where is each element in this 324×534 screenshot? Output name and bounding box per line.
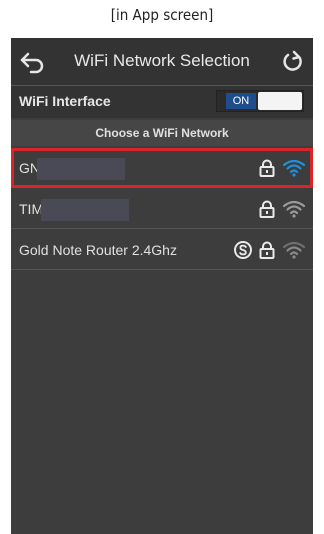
title-bar: WiFi Network Selection	[11, 38, 313, 86]
network-item-gold-note-router[interactable]: Gold Note Router 2.4Ghz	[11, 230, 313, 270]
lock-icon	[259, 200, 275, 218]
phone-screen: WiFi Network Selection WiFi Interface ON…	[11, 38, 313, 534]
page-title: WiFi Network Selection	[74, 51, 250, 70]
wifi-weak-icon	[283, 241, 305, 259]
lock-icon	[259, 241, 275, 259]
wifi-interface-label: WiFi Interface	[19, 93, 111, 109]
network-name: TIM	[19, 201, 44, 217]
wifi-toggle[interactable]: ON	[216, 90, 304, 112]
redacted-mask	[41, 199, 129, 221]
network-item-gn[interactable]: GN	[11, 148, 313, 188]
lock-icon	[259, 159, 275, 177]
refresh-icon[interactable]	[281, 50, 305, 74]
toggle-on-label: ON	[226, 93, 256, 109]
s-badge-icon	[234, 241, 252, 259]
network-name: Gold Note Router 2.4Ghz	[19, 242, 177, 258]
network-item-tim[interactable]: TIM	[11, 189, 313, 229]
back-arrow-icon[interactable]	[19, 50, 45, 74]
wifi-icon	[283, 200, 305, 218]
toggle-knob[interactable]	[258, 92, 302, 110]
section-header: Choose a WiFi Network	[11, 120, 313, 146]
screen-caption: [in App screen]	[110, 6, 214, 24]
wifi-strong-icon	[283, 159, 305, 177]
wifi-interface-row: WiFi Interface ON	[11, 86, 313, 118]
redacted-mask	[37, 158, 125, 180]
